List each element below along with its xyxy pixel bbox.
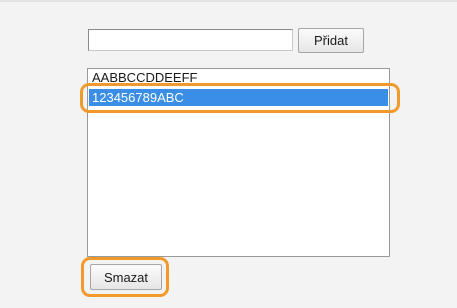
list-item[interactable]: AABBCCDDEEFF bbox=[89, 69, 388, 86]
items-listbox[interactable]: AABBCCDDEEFF 123456789ABC bbox=[87, 68, 390, 257]
item-text-input[interactable] bbox=[88, 29, 293, 51]
list-item-selected[interactable]: 123456789ABC bbox=[89, 89, 388, 106]
delete-button[interactable]: Smazat bbox=[90, 264, 162, 290]
form-panel: Přidat AABBCCDDEEFF 123456789ABC Smazat bbox=[0, 0, 457, 308]
add-button[interactable]: Přidat bbox=[298, 28, 364, 53]
